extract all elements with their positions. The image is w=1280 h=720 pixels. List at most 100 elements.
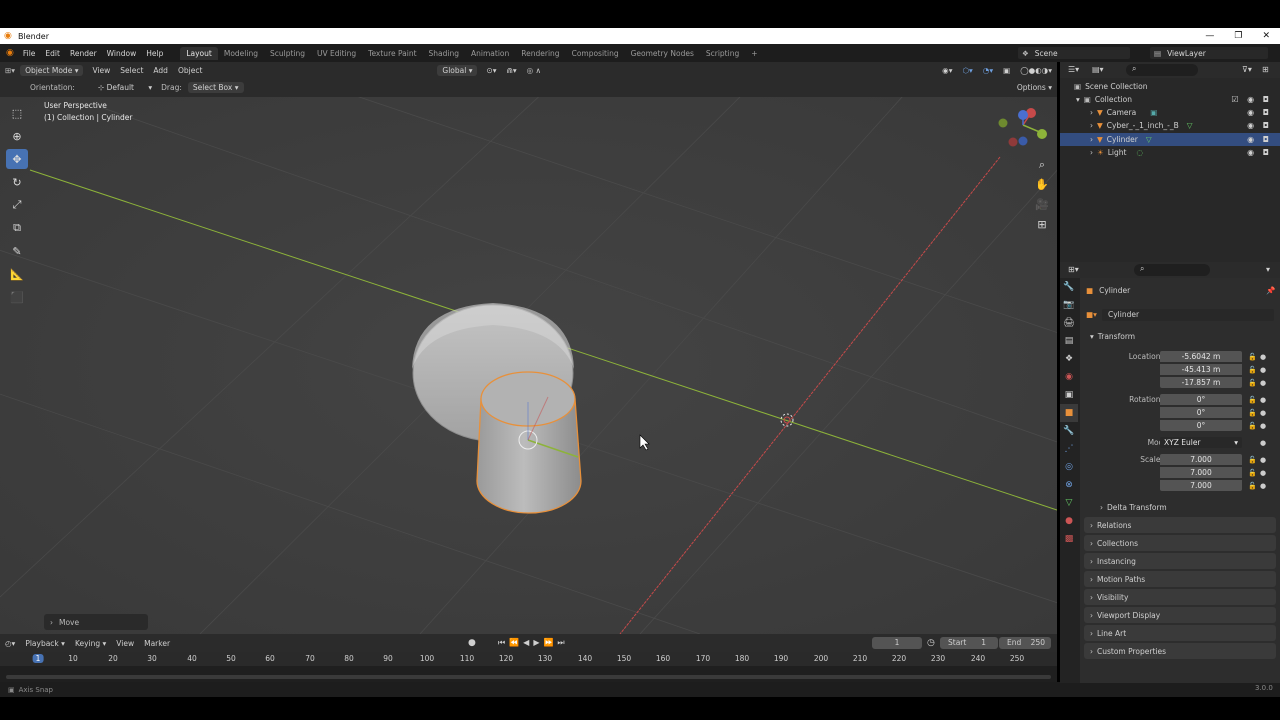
lock-icon[interactable]: 🔓: [1248, 409, 1257, 417]
keyframe-dot-icon[interactable]: ●: [1260, 409, 1266, 417]
lock-icon[interactable]: 🔓: [1248, 366, 1257, 374]
options-chevron-icon[interactable]: ▾: [1266, 265, 1270, 274]
keyframe-dot-icon[interactable]: ●: [1260, 469, 1266, 477]
proportional-edit-icon[interactable]: ◎ ∧: [522, 65, 546, 76]
new-collection-icon[interactable]: ⊞: [1262, 65, 1269, 74]
xray-icon[interactable]: ▣: [998, 65, 1015, 76]
timeline-scrollbar[interactable]: [6, 675, 1051, 679]
keyframe-dot-icon[interactable]: ●: [1260, 396, 1266, 404]
maximize-button[interactable]: ❐: [1234, 31, 1242, 41]
tab-modeling[interactable]: Modeling: [218, 47, 264, 60]
scale-z-field[interactable]: 7.000: [1160, 480, 1242, 491]
panel-collections[interactable]: › Collections: [1084, 535, 1276, 551]
options-dropdown[interactable]: Options ▾: [1012, 82, 1057, 93]
record-icon[interactable]: ●: [468, 638, 476, 648]
panel-instancing[interactable]: › Instancing: [1084, 553, 1276, 569]
location-z-field[interactable]: -17.857 m: [1160, 377, 1242, 388]
lock-icon[interactable]: 🔓: [1248, 482, 1257, 490]
menu-select[interactable]: Select: [115, 65, 148, 76]
end-frame-field[interactable]: End 250: [999, 637, 1051, 649]
particles-tab-icon[interactable]: ⋰: [1060, 440, 1078, 458]
tab-rendering[interactable]: Rendering: [515, 47, 565, 60]
tab-shading[interactable]: Shading: [423, 47, 465, 60]
add-workspace-button[interactable]: +: [745, 47, 763, 60]
rotation-x-field[interactable]: 0°: [1160, 394, 1242, 405]
menu-playback[interactable]: Playback ▾: [20, 638, 70, 649]
keyframe-dot-icon[interactable]: ●: [1260, 366, 1266, 374]
cursor-tool-icon[interactable]: ⊕: [6, 126, 28, 146]
keyframe-dot-icon[interactable]: ●: [1260, 439, 1266, 447]
keyframe-dot-icon[interactable]: ●: [1260, 422, 1266, 430]
view-layer-tab-icon[interactable]: ▤: [1060, 332, 1078, 350]
tree-item-light[interactable]: › ☀ Light ◌ ◉ ◘: [1060, 146, 1280, 159]
timeline-editor-icon[interactable]: ◴▾: [0, 638, 20, 649]
transform-panel-header[interactable]: ▾ Transform: [1080, 330, 1280, 343]
render-tab-icon[interactable]: 📷: [1060, 296, 1078, 314]
chevron-right-icon[interactable]: ›: [1090, 135, 1093, 144]
overlay-icon[interactable]: ◔▾: [978, 65, 998, 76]
menu-object[interactable]: Object: [173, 65, 207, 76]
tab-compositing[interactable]: Compositing: [566, 47, 625, 60]
add-cube-tool-icon[interactable]: ⬛: [6, 287, 28, 307]
editor-type-icon[interactable]: ⊞▾: [0, 65, 20, 76]
texture-tab-icon[interactable]: ▩: [1060, 530, 1078, 548]
keyframe-dot-icon[interactable]: ●: [1260, 379, 1266, 387]
zoom-icon[interactable]: ⌕: [1034, 157, 1050, 173]
menu-file[interactable]: File: [18, 49, 41, 58]
row-toggles[interactable]: ◉ ◘: [1247, 135, 1272, 144]
transform-orientation-dropdown[interactable]: Global ▾: [437, 64, 478, 76]
menu-marker[interactable]: Marker: [139, 638, 175, 649]
menu-help[interactable]: Help: [141, 49, 168, 58]
measure-tool-icon[interactable]: 📐: [6, 264, 28, 284]
display-mode-icon[interactable]: ▤▾: [1092, 65, 1104, 74]
scale-tool-icon[interactable]: ⤢: [6, 195, 28, 215]
material-tab-icon[interactable]: ●: [1060, 512, 1078, 530]
frame-ruler[interactable]: 1 10 20 30 40 50 60 70 80 90 100 110 120…: [0, 652, 1057, 666]
rotation-mode-dropdown[interactable]: XYZ Euler ▾: [1160, 437, 1242, 448]
tool-tab-icon[interactable]: 🔧: [1060, 278, 1078, 296]
playback-controls[interactable]: ⏮⏪◀▶⏩⏭: [498, 638, 569, 648]
object-tab-icon[interactable]: ■: [1060, 404, 1078, 422]
row-toggles[interactable]: ◉ ◘: [1247, 148, 1272, 157]
keyframe-dot-icon[interactable]: ●: [1260, 353, 1266, 361]
blender-menu-icon[interactable]: ◉: [6, 48, 14, 58]
lock-icon[interactable]: 🔓: [1248, 469, 1257, 477]
object-name-field[interactable]: Cylinder: [1102, 308, 1274, 321]
3d-viewport[interactable]: User Perspective (1) Collection | Cylind…: [0, 97, 1057, 634]
view-layer-selector[interactable]: ▤ ViewLayer: [1150, 47, 1268, 59]
properties-search-input[interactable]: ⌕: [1134, 264, 1210, 276]
tab-uv-editing[interactable]: UV Editing: [311, 47, 362, 60]
output-tab-icon[interactable]: 🖨: [1060, 314, 1078, 332]
lock-icon[interactable]: 🔓: [1248, 379, 1257, 387]
last-operator-panel[interactable]: › Move: [44, 614, 148, 630]
physics-tab-icon[interactable]: ◎: [1060, 458, 1078, 476]
lock-icon[interactable]: 🔓: [1248, 396, 1257, 404]
select-box-icon[interactable]: ⬚: [6, 103, 28, 123]
close-button[interactable]: ✕: [1262, 31, 1270, 41]
shading-modes-icon[interactable]: ◯●◐◑▾: [1015, 65, 1057, 76]
menu-timeline-view[interactable]: View: [111, 638, 139, 649]
orientation-dropdown[interactable]: ⊹ Default ▾: [93, 82, 157, 93]
tab-animation[interactable]: Animation: [465, 47, 515, 60]
pivot-icon[interactable]: ⊙▾: [481, 65, 501, 76]
menu-keying[interactable]: Keying ▾: [70, 638, 111, 649]
chevron-right-icon[interactable]: ›: [1090, 108, 1093, 117]
transform-tool-icon[interactable]: ⧉: [6, 218, 28, 238]
scale-x-field[interactable]: 7.000: [1160, 454, 1242, 465]
tree-item-cylinder[interactable]: › ▼ Cylinder ▽ ◉ ◘: [1060, 133, 1280, 146]
visibility-icon[interactable]: ◉▾: [937, 65, 957, 76]
data-tab-icon[interactable]: ▽: [1060, 494, 1078, 512]
rotate-tool-icon[interactable]: ↻: [6, 172, 28, 192]
tree-item-collection[interactable]: ▾ ▣ Collection ☑ ◉ ◘: [1060, 93, 1280, 106]
lock-icon[interactable]: 🔓: [1248, 353, 1257, 361]
filter-icon[interactable]: ⊽▾: [1242, 65, 1252, 74]
tree-item-scene-collection[interactable]: ▣ Scene Collection: [1060, 80, 1280, 93]
pin-icon[interactable]: 📌: [1266, 286, 1275, 295]
clock-icon[interactable]: ◷: [927, 638, 935, 648]
cylinder-object[interactable]: [476, 371, 582, 514]
collection-tab-icon[interactable]: ▣: [1060, 386, 1078, 404]
panel-motion-paths[interactable]: › Motion Paths: [1084, 571, 1276, 587]
panel-relations[interactable]: › Relations: [1084, 517, 1276, 533]
panel-viewport-display[interactable]: › Viewport Display: [1084, 607, 1276, 623]
gizmo-icon[interactable]: ⬡▾: [957, 65, 977, 76]
